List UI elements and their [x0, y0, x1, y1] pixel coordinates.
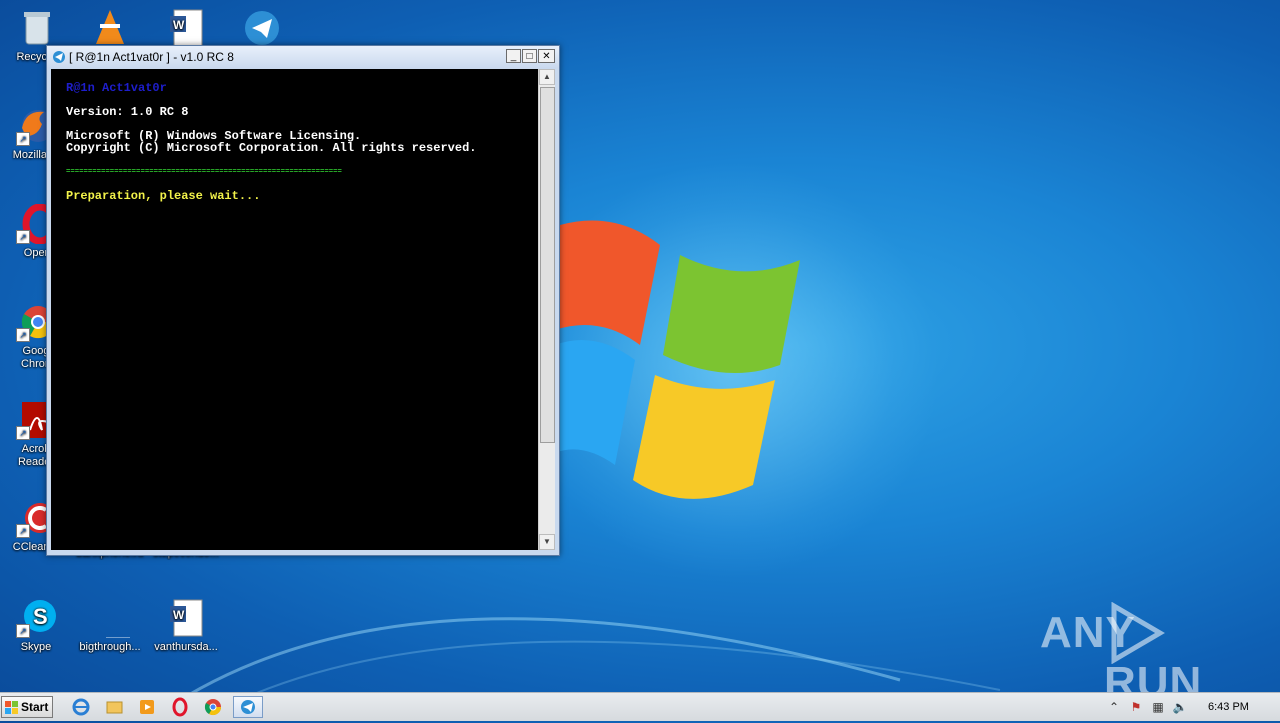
vlc-icon — [96, 10, 124, 44]
start-button[interactable]: Start — [1, 696, 53, 718]
windows-logo-wallpaper — [555, 220, 800, 499]
taskbar-media-player[interactable] — [132, 696, 162, 718]
scroll-up-arrow-icon[interactable]: ▲ — [539, 69, 555, 85]
desktop-icon-label: vanthursda... — [154, 641, 218, 653]
taskbar-clock[interactable]: 6:43 PM — [1208, 701, 1249, 713]
action-center-flag-icon[interactable]: ⚑ — [1128, 699, 1144, 715]
shortcut-arrow-icon: ↗ — [16, 230, 30, 244]
shortcut-arrow-icon: ↗ — [16, 132, 30, 146]
console-window[interactable]: [ R@1n Act1vat0r ] - v1.0 RC 8 _ □ ✕ R@1… — [46, 45, 560, 556]
console-version: Version: 1.0 RC 8 — [66, 105, 189, 119]
desktop-icon-bigthrough[interactable]: bigthrough... — [72, 598, 150, 654]
word-document-icon: W — [170, 9, 203, 47]
taskbar: Start ⌃ ⚑ ▦ 🔈 6:43 PM — [0, 692, 1280, 721]
desktop-icon-vanthursda[interactable]: W vanthursda... — [148, 598, 224, 654]
activator-icon — [241, 700, 255, 714]
telegram-like-icon — [245, 11, 279, 45]
taskbar-ie[interactable] — [66, 696, 96, 718]
svg-text:W: W — [173, 608, 185, 622]
shortcut-arrow-icon: ↗ — [16, 624, 30, 638]
desktop-icon-label: Skype — [20, 641, 52, 653]
windows-flag-icon — [5, 701, 18, 714]
svg-text:S: S — [33, 604, 48, 629]
desktop-icon-skype[interactable]: S ↗ Skype — [0, 598, 74, 654]
shortcut-arrow-icon: ↗ — [16, 328, 30, 342]
scroll-down-arrow-icon[interactable]: ▼ — [539, 534, 555, 550]
window-title: [ R@1n Act1vat0r ] - v1.0 RC 8 — [69, 50, 234, 64]
start-label: Start — [21, 700, 49, 714]
explorer-icon — [106, 701, 123, 714]
console-copyright: Copyright (C) Microsoft Corporation. All… — [66, 141, 477, 155]
console-output[interactable]: R@1n Act1vat0r Version: 1.0 RC 8 Microso… — [51, 69, 538, 550]
chrome-icon — [204, 699, 222, 716]
console-scrollbar[interactable]: ▲ ▼ — [538, 69, 555, 550]
network-icon[interactable]: ▦ — [1150, 699, 1166, 715]
play-logo-icon — [1111, 602, 1165, 664]
shortcut-arrow-icon: ↗ — [16, 524, 30, 538]
console-app-name: R@1n Act1vat0r — [66, 81, 167, 95]
console-separator: ========================================… — [66, 168, 342, 176]
window-titlebar[interactable]: [ R@1n Act1vat0r ] - v1.0 RC 8 _ □ ✕ — [47, 46, 559, 68]
volume-icon[interactable]: 🔈 — [1172, 699, 1188, 715]
shortcut-arrow-icon: ↗ — [16, 426, 30, 440]
activator-app-icon — [53, 51, 65, 63]
minimize-button[interactable]: _ — [506, 49, 521, 63]
svg-text:W: W — [173, 18, 185, 32]
show-hidden-icons-icon[interactable]: ⌃ — [1106, 699, 1122, 715]
blank-file-icon — [106, 637, 150, 639]
opera-icon — [172, 697, 188, 717]
console-status: Preparation, please wait... — [66, 189, 261, 203]
ie-icon — [72, 698, 90, 716]
maximize-button[interactable]: □ — [522, 49, 537, 63]
recycle-bin-icon — [24, 12, 50, 45]
system-tray: ⌃ ⚑ ▦ 🔈 — [1100, 693, 1280, 721]
taskbar-opera[interactable] — [165, 696, 195, 718]
taskbar-activator[interactable] — [233, 696, 263, 718]
taskbar-explorer[interactable] — [99, 696, 129, 718]
word-document-icon: W — [170, 599, 203, 637]
taskbar-chrome[interactable] — [198, 696, 228, 718]
scroll-thumb[interactable] — [540, 87, 555, 443]
desktop-icon-label: bigthrough... — [79, 641, 141, 653]
media-player-icon — [140, 700, 154, 714]
close-button[interactable]: ✕ — [538, 49, 555, 63]
